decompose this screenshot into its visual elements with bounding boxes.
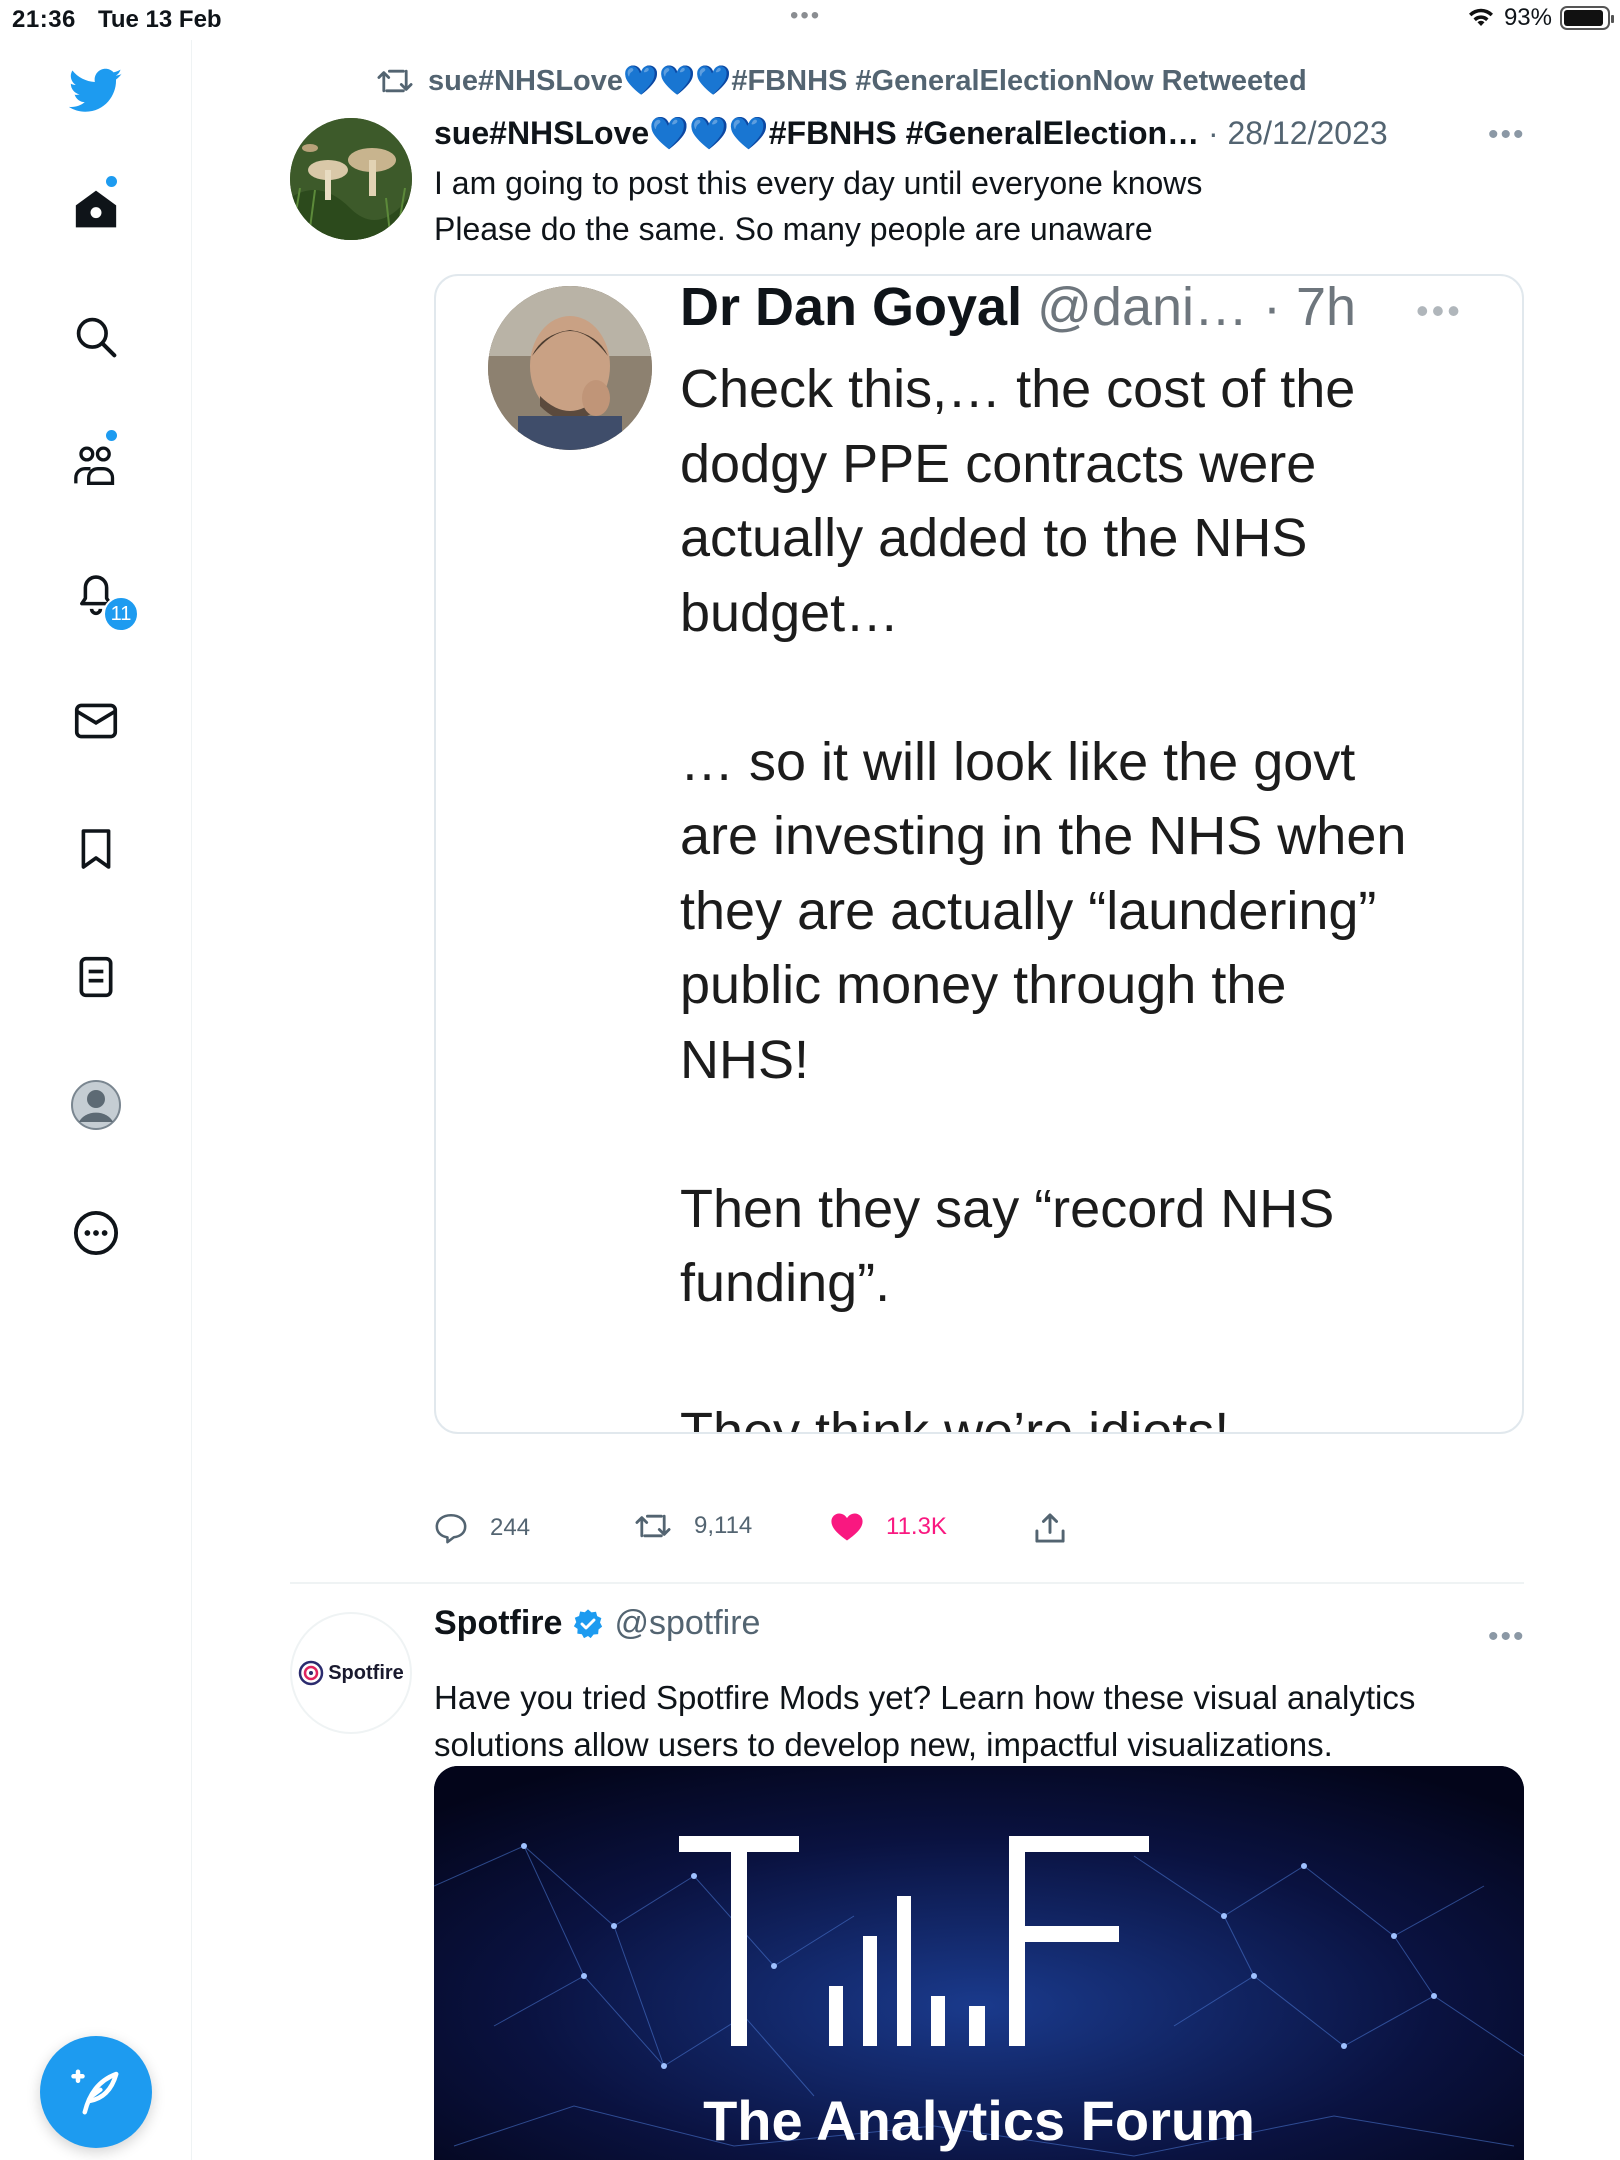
mail-icon[interactable]: [69, 694, 123, 748]
multitasking-dots-icon[interactable]: •••: [790, 2, 821, 30]
tweet-text-line: I am going to post this every day until …: [434, 165, 1203, 201]
wifi-icon: [1468, 8, 1493, 26]
tweet-text-line: Please do the same. So many people are u…: [434, 211, 1153, 247]
spotfire-logo-icon: [298, 1660, 324, 1686]
status-right: 93%: [1466, 4, 1614, 32]
promo-caption: The Analytics Forum: [703, 2089, 1255, 2152]
quoted-text: Check this,… the cost of the dodgy PPE c…: [680, 352, 1500, 1434]
home-notification-dot: [106, 176, 117, 187]
like-count: 11.3K: [886, 1513, 947, 1540]
search-icon[interactable]: [69, 310, 123, 364]
reply-count: 244: [490, 1514, 531, 1541]
quoted-screenshot-image[interactable]: Dr Dan Goyal @dani… · 7h ••• Check this,…: [434, 274, 1524, 1434]
reply-button[interactable]: 244: [434, 1512, 530, 1544]
profile-avatar-icon[interactable]: [69, 1078, 123, 1132]
tweet-text: Have you tried Spotfire Mods yet? Learn …: [434, 1674, 1415, 1768]
promo-image[interactable]: The Analytics Forum: [434, 1766, 1524, 2160]
timeline-feed: sue#NHSLove💙💙💙#FBNHS #GeneralElectionNow…: [192, 40, 1620, 2160]
tweet-header: Spotfire @spotfire: [434, 1604, 760, 1643]
status-date: Tue 13 Feb: [98, 6, 222, 33]
tweet-timestamp[interactable]: · 28/12/2023: [1199, 115, 1388, 151]
heart-icon: [831, 1513, 863, 1541]
retweet-context[interactable]: sue#NHSLove💙💙💙#FBNHS #GeneralElectionNow…: [376, 64, 1307, 98]
bookmark-icon[interactable]: [69, 822, 123, 876]
tweet-text-line: Have you tried Spotfire Mods yet? Learn …: [434, 1679, 1416, 1716]
quoted-paragraph: … so it will look like the govt are inve…: [680, 731, 1407, 1090]
battery-percent: 93%: [1503, 4, 1552, 31]
retweet-icon: [635, 1514, 671, 1538]
tweet-more-icon[interactable]: •••: [1488, 1620, 1526, 1654]
status-time: 21:36: [12, 6, 76, 33]
quoted-author-avatar: [488, 286, 652, 450]
quoted-paragraph: Check this,… the cost of the dodgy PPE c…: [680, 359, 1356, 643]
twitter-bird-icon[interactable]: [69, 64, 123, 118]
like-button[interactable]: 11.3K: [830, 1512, 947, 1542]
analytics-forum-logo-icon: [679, 1836, 1149, 2046]
lists-icon[interactable]: [69, 950, 123, 1004]
reply-icon: [435, 1513, 467, 1544]
communities-notification-dot: [106, 430, 117, 441]
author-name[interactable]: Spotfire: [434, 1604, 562, 1643]
retweet-count: 9,114: [694, 1512, 753, 1539]
tweet-header: sue#NHSLove💙💙💙#FBNHS #GeneralElection… ·…: [434, 114, 1594, 158]
status-bar: 21:36 Tue 13 Feb ••• 93%: [0, 0, 1620, 40]
verified-badge-icon: [574, 1608, 603, 1638]
quoted-paragraph: They think we’re idiots!: [680, 1402, 1230, 1434]
notifications-badge: 11: [103, 596, 139, 632]
quoted-paragraph: Then they say “record NHS funding”.: [680, 1178, 1335, 1314]
tweet-more-icon[interactable]: •••: [1488, 118, 1526, 152]
tweet-text: I am going to post this every day until …: [434, 160, 1202, 252]
author-handle[interactable]: @spotfire: [614, 1604, 760, 1643]
quoted-header: Dr Dan Goyal @dani… · 7h: [680, 276, 1356, 338]
communities-icon[interactable]: [69, 438, 123, 492]
sidebar: 11: [0, 40, 192, 2160]
quoted-author-name: Dr Dan Goyal: [680, 277, 1023, 337]
retweet-label: sue#NHSLove💙💙💙#FBNHS #GeneralElectionNow…: [428, 65, 1307, 97]
retweet-button[interactable]: 9,114: [634, 1512, 752, 1540]
retweet-icon: [377, 69, 413, 93]
spotfire-avatar-text: Spotfire: [328, 1661, 404, 1684]
more-circle-icon[interactable]: [69, 1206, 123, 1260]
tweet-text-line: solutions allow users to develop new, im…: [434, 1726, 1333, 1763]
share-button[interactable]: [1034, 1512, 1066, 1544]
compose-tweet-button[interactable]: [40, 2036, 152, 2148]
tweet-divider: [290, 1582, 1524, 1584]
share-icon: [1035, 1513, 1065, 1543]
author-name[interactable]: sue#NHSLove💙💙💙#FBNHS #GeneralElection…: [434, 115, 1199, 151]
compose-feather-icon: [71, 2069, 119, 2115]
quoted-meta: @dani… · 7h: [1022, 277, 1357, 337]
tweet-actions: 244 9,114 11.3K: [434, 1512, 1134, 1556]
spotfire-avatar[interactable]: Spotfire: [290, 1612, 412, 1734]
home-icon[interactable]: [69, 182, 123, 236]
battery-icon: [1560, 6, 1614, 30]
quoted-more-icon: •••: [1416, 290, 1463, 331]
author-avatar[interactable]: [290, 118, 412, 240]
